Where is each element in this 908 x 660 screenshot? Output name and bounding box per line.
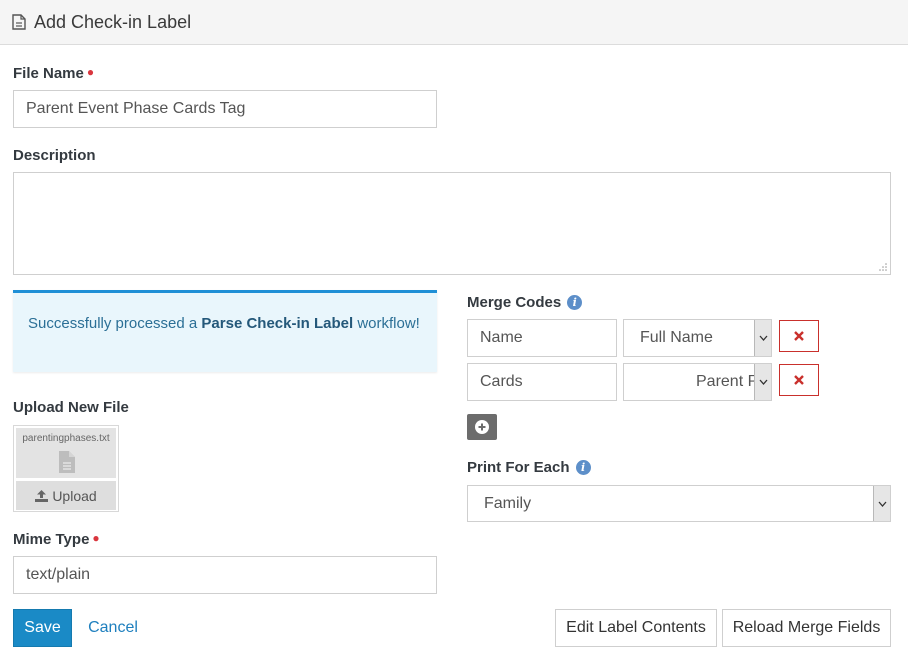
merge-code-key-input[interactable]: Cards [467,363,617,401]
mime-type-value: text/plain [26,566,91,583]
file-icon [59,451,75,473]
info-icon[interactable]: i [575,460,591,475]
print-for-each-label: Print For Each i [467,459,591,476]
alert-suffix: workflow! [353,315,420,332]
document-icon [12,14,26,30]
mime-type-label: Mime Type ● [13,531,100,548]
mime-type-label-text: Mime Type [13,531,90,548]
chevron-down-icon [754,320,771,356]
merge-code-key-value: Name [480,329,523,346]
merge-code-field-value: Parent P [696,373,759,390]
merge-code-field-value: Full Name [640,329,713,346]
mime-type-input[interactable]: text/plain [13,556,437,594]
upload-icon [35,489,49,502]
merge-code-field-select[interactable]: Full Name [623,319,772,357]
add-merge-code-button[interactable] [467,414,497,440]
description-label: Description [13,147,96,164]
page-title: Add Check-in Label [34,11,192,32]
upload-button-label: Upload [52,487,97,504]
cancel-button[interactable]: Cancel [82,609,144,647]
info-icon[interactable]: i [567,295,583,310]
alert-workflow-name: Parse Check-in Label [201,315,354,332]
print-for-each-select[interactable]: Family [467,485,891,522]
required-indicator: ● [92,531,100,545]
save-button[interactable]: Save [13,609,72,647]
print-for-each-label-text: Print For Each [467,459,570,476]
upload-button[interactable]: Upload [16,481,116,510]
file-upload-widget: parentingphases.txt Upload [13,425,119,512]
description-textarea[interactable] [13,172,891,275]
file-name-value: Parent Event Phase Cards Tag [26,100,246,117]
reload-merge-fields-button[interactable]: Reload Merge Fields [722,609,891,647]
merge-codes-label: Merge Codes i [467,294,583,311]
chevron-down-icon [873,486,890,521]
chevron-down-icon [754,364,771,400]
file-name-label-text: File Name [13,65,84,82]
file-preview: parentingphases.txt [16,428,116,478]
merge-code-field-select[interactable]: Parent P [623,363,772,401]
remove-merge-code-button[interactable] [779,364,819,396]
resize-grip-icon[interactable] [879,263,887,271]
alert-prefix: Successfully processed a [28,315,202,332]
close-icon [794,375,804,385]
required-indicator: ● [86,65,95,79]
file-name-label: File Name ● [13,65,94,82]
merge-code-key-input[interactable]: Name [467,319,617,357]
upload-label: Upload New File [13,399,129,416]
success-alert: Successfully processed a Parse Check-in … [13,290,437,372]
file-name-input[interactable]: Parent Event Phase Cards Tag [13,90,437,128]
merge-code-key-value: Cards [480,373,523,390]
remove-merge-code-button[interactable] [779,320,819,352]
uploaded-file-name: parentingphases.txt [22,433,110,444]
print-for-each-value: Family [484,494,532,512]
plus-circle-icon [475,420,489,434]
edit-label-contents-button[interactable]: Edit Label Contents [555,609,717,647]
page-header: Add Check-in Label [0,0,908,45]
merge-codes-label-text: Merge Codes [467,294,562,311]
close-icon [794,331,804,341]
